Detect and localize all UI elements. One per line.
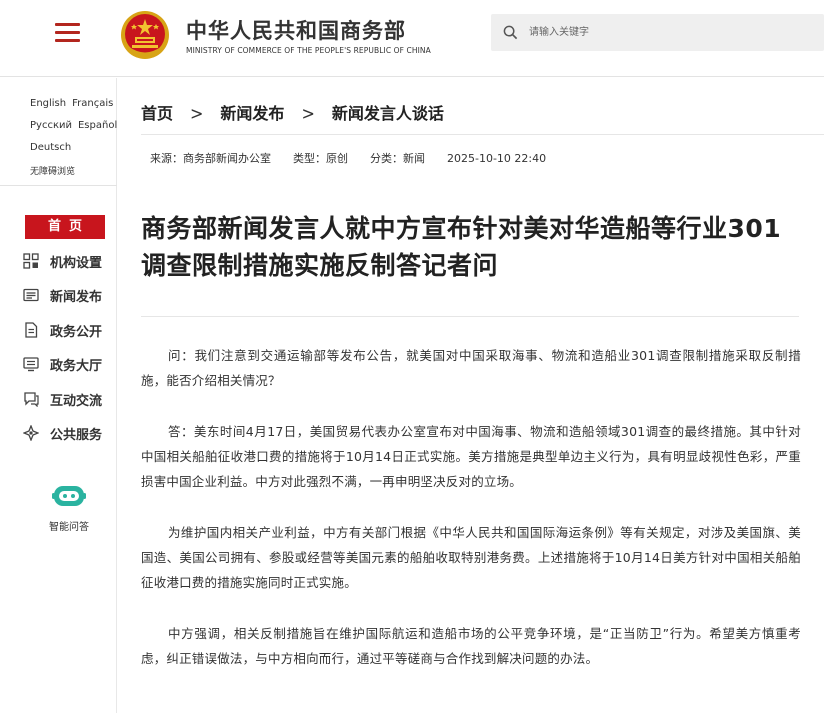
org-grid-icon [23,253,39,269]
nav-item-interaction[interactable]: 互动交流 [23,388,115,410]
chat-icon [24,392,39,407]
article-title: 商务部新闻发言人就中方宣布针对美对华造船等行业301调查限制措施实施反制答记者问 [141,214,782,280]
search-bar [491,14,824,51]
breadcrumb-separator: > [301,103,315,124]
menu-icon[interactable] [55,23,80,42]
nav-item-organization[interactable]: 机构设置 [23,250,115,272]
breadcrumb-home[interactable]: 首页 [141,104,173,123]
site-title[interactable]: 中华人民共和国商务部 [186,15,406,45]
nav-item-label: 新闻发布 [50,290,103,305]
nav-item-label: 公共服务 [50,428,103,443]
nav-item-label: 互动交流 [50,394,103,409]
lang-english-link[interactable]: English [30,98,66,109]
nav-home-button[interactable]: 首页 [25,215,105,239]
nav-item-news[interactable]: 新闻发布 [23,284,115,306]
title-divider [141,316,799,317]
article-paragraph: 答：美东时间4月17日，美国贸易代表办公室宣布对中国海事、物流和造船领域301调… [141,424,801,489]
sidebar-divider [0,185,117,186]
nav-item-service-hall[interactable]: 政务大厅 [23,353,115,375]
lang-german-link[interactable]: Deutsch [30,142,71,153]
nav-item-label: 机构设置 [50,256,103,271]
search-icon[interactable] [503,25,518,40]
language-row-2: Русский Español [30,120,123,131]
site-subtitle: MINISTRY OF COMMERCE OF THE PEOPLE'S REP… [186,46,431,55]
article-body: 问：我们注意到交通运输部等发布公告，就美国对中国采取海事、物流和造船业301调查… [141,343,801,697]
search-input[interactable] [529,14,809,51]
article-paragraph: 为维护国内相关产业利益，中方有关部门根据《中华人民共和国国际海运条例》等有关规定… [141,525,801,590]
document-icon [25,322,38,338]
article-meta: 来源：商务部新闻办公室 类型：原创 分类：新闻 2025-10-10 22:40 [150,150,568,166]
robot-assistant-icon [52,486,86,506]
smart-assistant-button[interactable]: 智能问答 [44,482,94,542]
assistant-label: 智能问答 [49,522,89,533]
language-row-1: English Français [30,98,119,109]
breadcrumb-divider [141,134,824,135]
language-row-3: Deutsch [30,142,77,153]
nav-item-gov-affairs[interactable]: 政务公开 [23,319,115,341]
national-emblem-logo[interactable] [120,10,170,60]
breadcrumb-separator: > [190,103,204,124]
meta-category: 分类：新闻 [370,152,425,165]
nav-item-public-service[interactable]: 公共服务 [23,422,115,444]
article-paragraph: 问：我们注意到交通运输部等发布公告，就美国对中国采取海事、物流和造船业301调查… [141,348,801,388]
hall-icon [23,357,39,372]
nav-item-label: 政务大厅 [50,359,103,374]
news-icon [23,288,39,302]
meta-datetime: 2025-10-10 22:40 [447,152,547,165]
nav-item-label: 政务公开 [50,325,103,340]
meta-type: 类型：原创 [293,152,348,165]
article-paragraph: 中方强调，相关反制措施旨在维护国际航运和造船市场的公平竞争环境，是“正当防卫”行… [141,626,801,666]
site-header: 中华人民共和国商务部 MINISTRY OF COMMERCE OF THE P… [0,0,824,77]
service-icon [23,425,39,441]
accessibility-link[interactable]: 无障碍浏览 [30,164,75,177]
meta-source: 来源：商务部新闻办公室 [150,152,271,165]
breadcrumb-news[interactable]: 新闻发布 [220,104,284,123]
lang-french-link[interactable]: Français [72,98,113,109]
lang-spanish-link[interactable]: Español [78,120,117,131]
breadcrumb-spokesperson[interactable]: 新闻发言人谈话 [332,104,444,123]
lang-russian-link[interactable]: Русский [30,120,72,131]
breadcrumb: 首页 > 新闻发布 > 新闻发言人谈话 [141,100,444,126]
sidebar: English Français Русский Español Deutsch 无… [0,78,117,713]
